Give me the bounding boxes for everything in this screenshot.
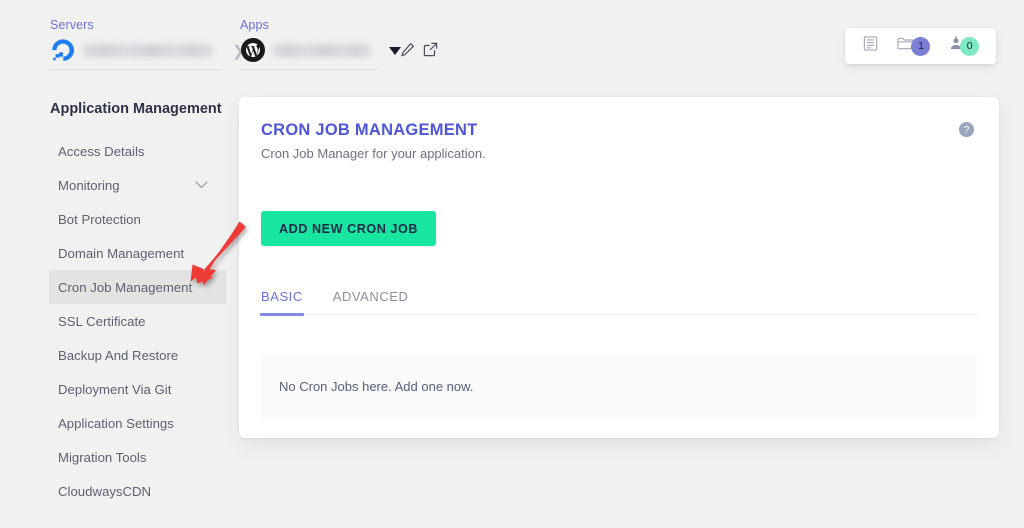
external-link-icon[interactable]	[423, 42, 438, 57]
tab-basic[interactable]: BASIC	[260, 289, 304, 316]
projects-count-badge: 1	[911, 36, 931, 56]
sidebar-item-backup-and-restore[interactable]: Backup And Restore	[0, 338, 230, 372]
counter-card: 1 0	[845, 28, 996, 64]
breadcrumb-servers-label: Servers	[50, 18, 94, 32]
sidebar-item-ssl-certificate[interactable]: SSL Certificate	[0, 304, 230, 338]
app-root: Servers ❯ Apps 1 0 Application Managemen…	[0, 0, 1024, 528]
sidebar-item-label: Cron Job Management	[58, 279, 193, 295]
sidebar-item-label: Migration Tools	[58, 449, 147, 465]
tab-advanced[interactable]: ADVANCED	[333, 289, 409, 314]
projects-counter[interactable]: 1	[896, 35, 931, 57]
top-bar: Servers ❯ Apps 1 0	[0, 0, 1024, 88]
server-selector[interactable]	[50, 37, 220, 70]
pencil-icon[interactable]	[400, 42, 415, 57]
empty-state-message: No Cron Jobs here. Add one now.	[279, 378, 474, 394]
servers-counter[interactable]	[862, 35, 879, 57]
app-selector[interactable]	[240, 37, 378, 70]
sidebar-item-bot-protection[interactable]: Bot Protection	[0, 202, 230, 236]
team-count-badge: 0	[960, 36, 980, 56]
sidebar-item-label: Access Details	[58, 143, 145, 159]
breadcrumb-servers: Servers ❯	[50, 18, 245, 70]
empty-state-panel: No Cron Jobs here. Add one now.	[261, 355, 977, 417]
app-name-value	[273, 43, 371, 57]
svg-text:?: ?	[964, 125, 970, 136]
breadcrumb-apps: Apps	[240, 18, 401, 70]
sidebar-item-label: Backup And Restore	[58, 347, 179, 363]
sidebar-title: Application Management	[50, 101, 222, 117]
sidebar-item-label: Bot Protection	[58, 211, 141, 227]
sidebar-item-application-settings[interactable]: Application Settings	[0, 406, 230, 440]
sidebar-item-domain-management[interactable]: Domain Management	[0, 236, 230, 270]
sidebar-item-label: Domain Management	[58, 245, 185, 261]
sidebar-item-label: CloudwaysCDN	[58, 483, 152, 499]
cron-job-card: CRON JOB MANAGEMENT Cron Job Manager for…	[239, 97, 999, 438]
sidebar-item-cloudwayscdn[interactable]: CloudwaysCDN	[0, 474, 230, 508]
sidebar-item-migration-tools[interactable]: Migration Tools	[0, 440, 230, 474]
page-title: CRON JOB MANAGEMENT	[261, 121, 478, 139]
breadcrumb-apps-label: Apps	[240, 18, 269, 32]
server-name-value	[83, 43, 213, 57]
question-mark-circle-icon[interactable]: ?	[958, 121, 975, 138]
sidebar: Application Management Access Details Mo…	[0, 100, 230, 508]
sidebar-item-deployment-via-git[interactable]: Deployment Via Git	[0, 372, 230, 406]
sidebar-item-label: Deployment Via Git	[58, 381, 172, 397]
tab-bar: BASIC ADVANCED	[260, 277, 977, 316]
chevron-down-icon	[195, 181, 208, 190]
sidebar-item-label: Application Settings	[58, 415, 174, 431]
wordpress-logo-icon	[240, 37, 266, 63]
sidebar-item-monitoring[interactable]: Monitoring	[0, 168, 230, 202]
sidebar-item-label: SSL Certificate	[58, 313, 146, 329]
sidebar-item-access-details[interactable]: Access Details	[0, 134, 230, 168]
sidebar-item-cron-job-management[interactable]: Cron Job Management	[49, 270, 226, 304]
sidebar-item-label: Monitoring	[58, 177, 120, 193]
team-counter[interactable]: 0	[948, 35, 980, 57]
page-subtitle: Cron Job Manager for your application.	[261, 146, 486, 161]
server-list-icon	[862, 35, 879, 57]
add-new-cron-job-button[interactable]: ADD NEW CRON JOB	[261, 211, 436, 246]
digitalocean-logo-icon	[50, 37, 76, 63]
